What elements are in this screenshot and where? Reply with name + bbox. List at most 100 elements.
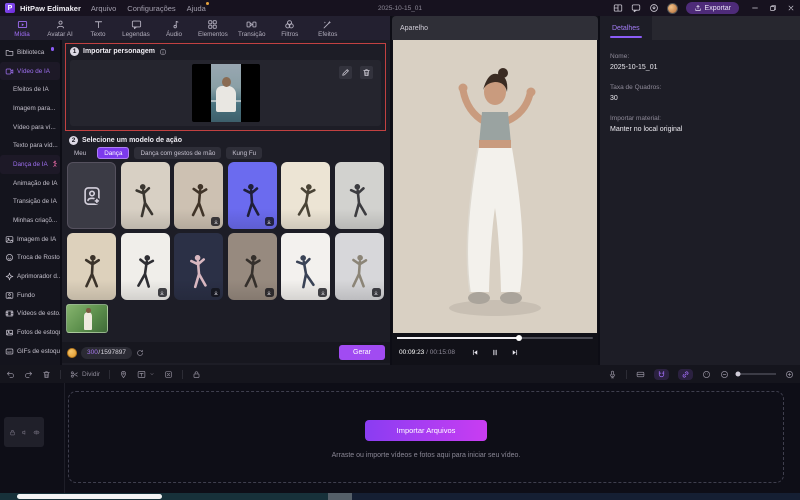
ribbon-tab-label: Áudio [166, 31, 182, 38]
dance-model-card-2[interactable] [174, 162, 223, 229]
sidebar-item-v-deo-de-ia[interactable]: Vídeo de IA [0, 62, 60, 81]
trash-tool-button[interactable] [42, 370, 51, 379]
sidebar-item-v-deo-para-v-[interactable]: Vídeo para ví... [0, 118, 60, 137]
refresh-credits-button[interactable] [136, 349, 144, 357]
dance-model-card-8[interactable] [174, 233, 223, 300]
ribbon-tab-elementos[interactable]: Elementos [194, 16, 232, 40]
menu-ajuda[interactable]: Ajuda [187, 4, 206, 13]
previous-frame-button[interactable] [471, 348, 480, 357]
text-tool-tool-button[interactable] [137, 370, 155, 379]
ribbon-tab-legendas[interactable]: Legendas [118, 16, 154, 40]
minimize-button[interactable] [751, 4, 759, 12]
step-1-badge: 1 [70, 47, 79, 56]
mic-tool-button[interactable] [608, 370, 617, 379]
sidebar-item-biblioteca[interactable]: Biblioteca [0, 43, 60, 62]
restore-button[interactable] [769, 4, 777, 12]
crop-del-tool-button[interactable] [164, 370, 173, 379]
add-custom-model-card[interactable] [67, 162, 116, 229]
dance-model-card-4[interactable] [281, 162, 330, 229]
horizontal-scrollbar[interactable] [0, 493, 800, 500]
sidebar-item-label: GIFs de estoque [17, 348, 60, 355]
scissors-tool-button[interactable]: Dividir [70, 370, 100, 379]
zoom-in-tool-button[interactable] [785, 370, 794, 379]
model-tab-dan-a-com-gestos-de-m-o[interactable]: Dança com gestos de mão [134, 147, 221, 159]
menu-arquivo[interactable]: Arquivo [91, 4, 116, 13]
next-frame-button[interactable] [511, 348, 520, 357]
ribbon-tab-filtros[interactable]: Filtros [272, 16, 308, 40]
export-button[interactable]: Exportar [686, 2, 739, 14]
chat-button[interactable] [631, 3, 641, 13]
magnet-tool-button[interactable] [654, 369, 669, 380]
imported-character-thumbnail[interactable] [192, 64, 260, 122]
delete-character-button[interactable] [360, 66, 373, 79]
dance-model-card-5[interactable] [335, 162, 384, 229]
sidebar-item-v-deos-de-esto-[interactable]: Vídeos de esto... [0, 305, 60, 324]
dance-model-card-9[interactable] [228, 233, 277, 300]
sidebar-item-dan-a-de-ia[interactable]: Dança de IA [0, 155, 60, 174]
import-files-button[interactable]: Importar Arquivos [365, 420, 487, 441]
redo-tool-button[interactable] [24, 370, 33, 379]
sidebar-item-texto-para-v-d-[interactable]: Texto para víd... [0, 136, 60, 155]
ribbon-tab-mídia[interactable]: Mídia [4, 16, 40, 40]
dance-model-card-10[interactable] [281, 233, 330, 300]
zoom-out-tool-button[interactable] [720, 370, 729, 379]
menu-configurações[interactable]: Configurações [127, 4, 175, 13]
track-lock-button[interactable] [9, 429, 16, 436]
sidebar-item-troca-de-rostos[interactable]: Troca de Rostos [0, 249, 60, 268]
sidebar-item-efeitos-de-ia[interactable]: Efeitos de IA [0, 80, 60, 99]
sidebar-item-imagem-para-[interactable]: Imagem para... [0, 99, 60, 118]
sidebar-item-transi-o-de-ia[interactable]: Transição de IA [0, 193, 60, 212]
dance-model-card-1[interactable] [121, 162, 170, 229]
dance-model-card-3[interactable] [228, 162, 277, 229]
generation-queue-thumbnail[interactable] [66, 304, 108, 333]
model-tab-meu[interactable]: Meu [68, 147, 92, 159]
timeline-toolbar: Dividir [0, 365, 800, 383]
sidebar-item-imagem-de-ia[interactable]: Imagem de IA [0, 230, 60, 249]
dance-model-card-11[interactable] [335, 233, 384, 300]
dance-model-card-7[interactable] [121, 233, 170, 300]
link-tool-button[interactable] [678, 369, 693, 380]
sidebar-item-anima-o-de-ia[interactable]: Animação de IA [0, 174, 60, 193]
pause-icon [491, 348, 500, 357]
stock-video-icon [5, 309, 14, 318]
user-avatar[interactable] [667, 3, 678, 14]
track-eye-button[interactable] [33, 429, 40, 436]
pin-tool-button[interactable] [119, 370, 128, 379]
tab-details[interactable]: Detalhes [600, 16, 652, 40]
mask-tool-button[interactable] [702, 370, 711, 379]
timeline-zoom-slider[interactable] [738, 373, 776, 375]
ribbon-tab-áudio[interactable]: Áudio [156, 16, 192, 40]
ribbon-tab-texto[interactable]: Texto [80, 16, 116, 40]
crop-del-icon [164, 370, 173, 379]
sidebar-item-gifs-de-estoque[interactable]: GIFGIFs de estoque [0, 342, 60, 361]
model-tab-kung-fu[interactable]: Kung Fu [226, 147, 262, 159]
generate-button[interactable]: Gerar [339, 345, 385, 360]
playback-progress-bar[interactable] [397, 337, 593, 339]
lock-tool-button[interactable] [192, 370, 201, 379]
zoom-slider-knob[interactable] [736, 372, 741, 377]
progress-handle[interactable] [516, 335, 522, 341]
ribbon-tab-efeitos[interactable]: Efeitos [310, 16, 346, 40]
detail-label: Nome: [610, 53, 790, 60]
media-dropzone[interactable]: Importar Arquivos Arraste ou importe víd… [68, 391, 784, 483]
undo-tool-button[interactable] [6, 370, 15, 379]
pin-icon [119, 370, 128, 379]
pause-button[interactable] [491, 348, 500, 357]
ribbon-tab-avatar-ai[interactable]: Avatar AI [42, 16, 78, 40]
sidebar-item-fotos-de-estoque[interactable]: Fotos de estoque [0, 323, 60, 342]
track-speaker-button[interactable] [21, 429, 28, 436]
dl-clock-button[interactable] [649, 3, 659, 13]
scrollbar-thumb[interactable] [17, 494, 162, 499]
sidebar-item-fundo[interactable]: Fundo [0, 286, 60, 305]
close-button[interactable] [787, 4, 795, 12]
sidebar-item-aprimorador-d-[interactable]: Aprimorador d... [0, 267, 60, 286]
edit-character-button[interactable] [339, 66, 352, 79]
panels-button[interactable] [613, 3, 623, 13]
ribbon-tab-transição[interactable]: Transição [234, 16, 270, 40]
dance-model-card-6[interactable] [67, 233, 116, 300]
model-tab-dan-a[interactable]: Dança [97, 147, 129, 159]
sidebar-item-minhas-cria-[interactable]: Minhas criaçõ... [0, 211, 60, 230]
background-icon [5, 291, 14, 300]
film-tool-button[interactable] [636, 370, 645, 379]
ribbon-tab-label: Avatar AI [47, 31, 72, 38]
